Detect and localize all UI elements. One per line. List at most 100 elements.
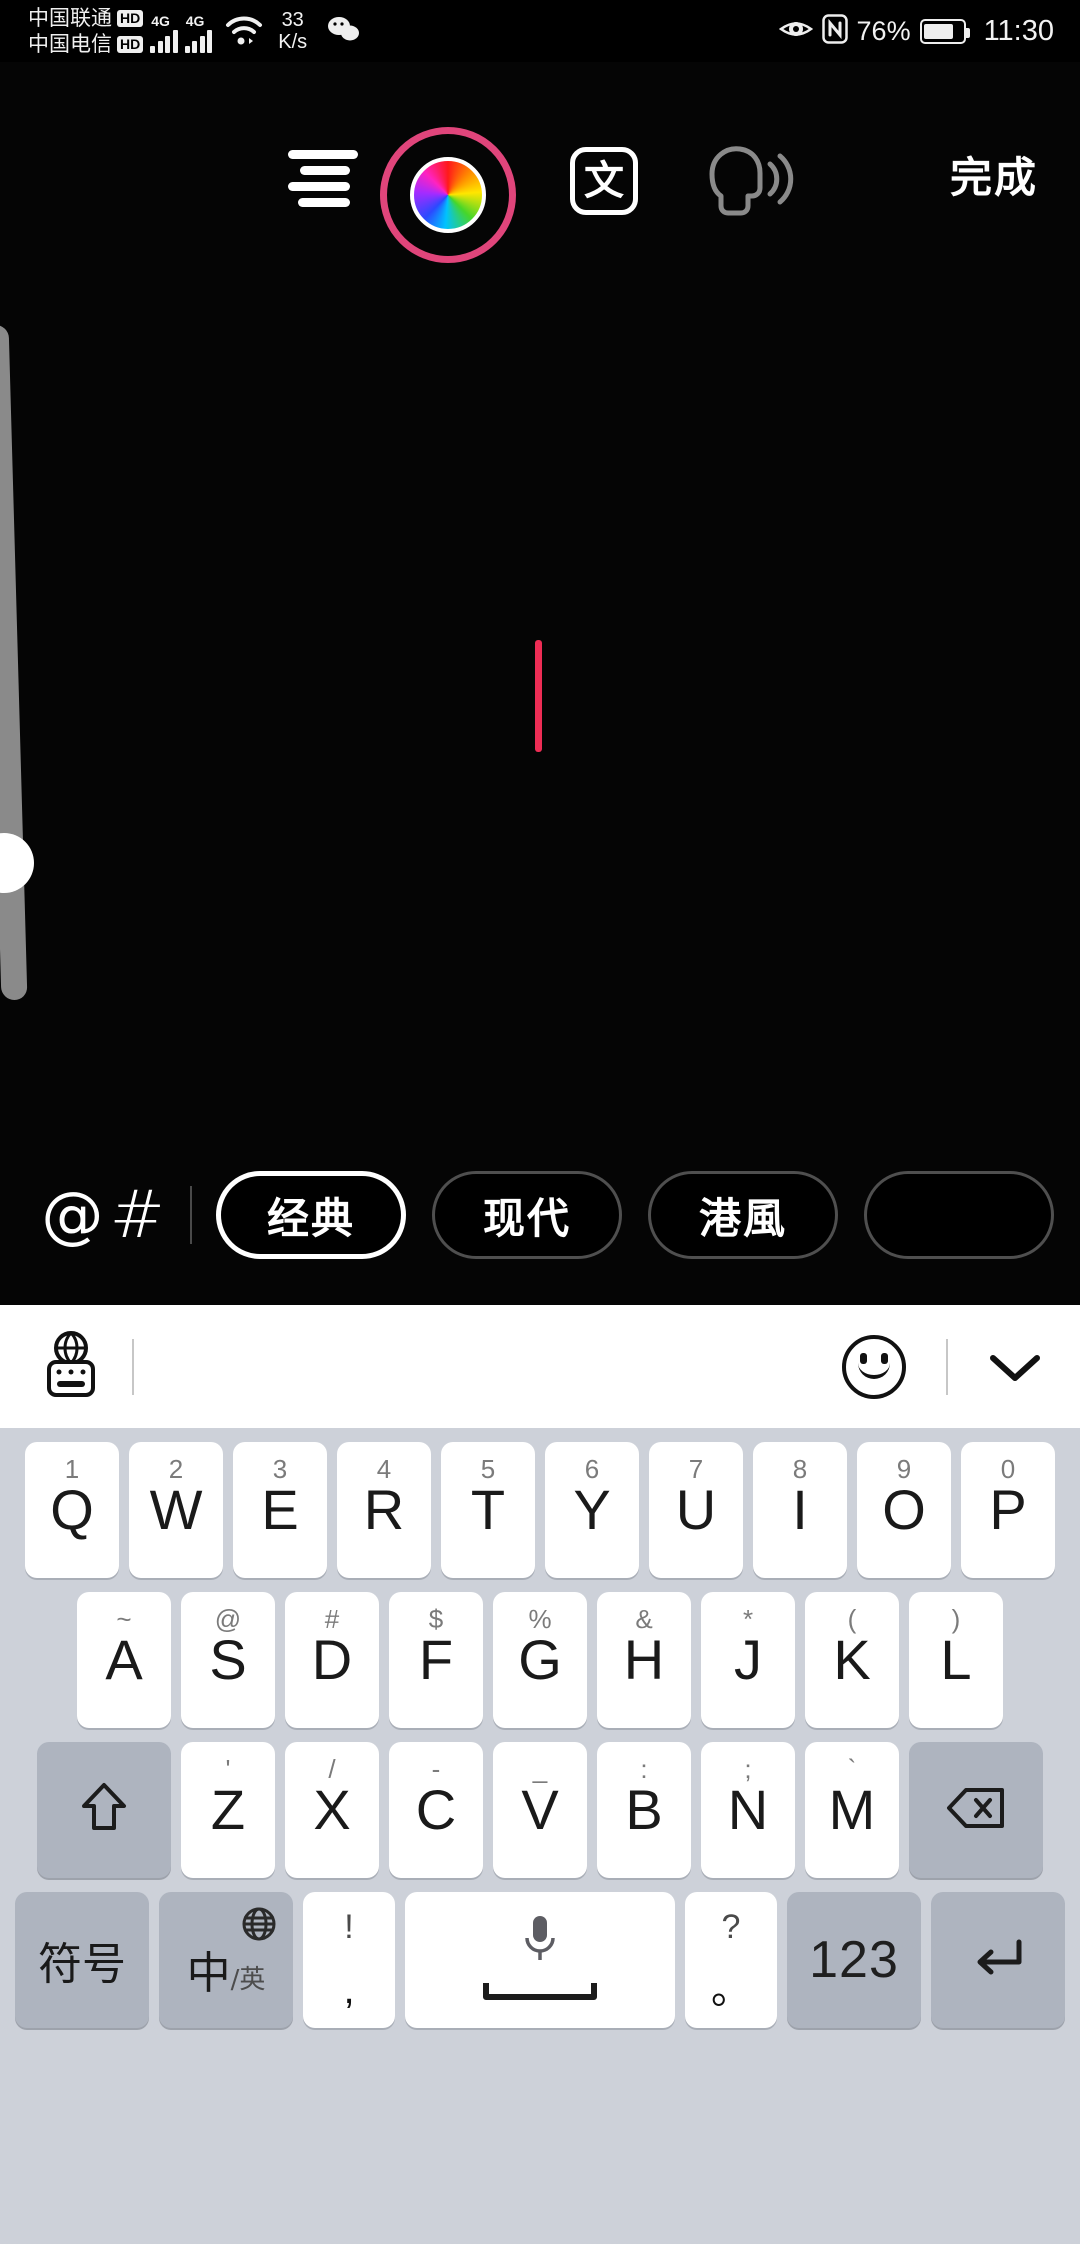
key-sup: ) — [951, 1604, 961, 1634]
key-w[interactable]: 2W — [129, 1442, 223, 1578]
style-chip-classic[interactable]: 经典 — [216, 1171, 406, 1259]
key-sup: 4 — [376, 1454, 392, 1484]
period-key-bottom: 。 — [711, 1968, 751, 2012]
key-o[interactable]: 9O — [857, 1442, 951, 1578]
space-key[interactable] — [405, 1892, 675, 2028]
keyboard-row-1: 1Q 2W 3E 4R 5T 6Y 7U 8I 9O 0P — [6, 1442, 1074, 1578]
key-label: G — [518, 1628, 562, 1691]
key-label: L — [940, 1628, 972, 1691]
slider-track[interactable] — [0, 325, 28, 1000]
key-sup: _ — [532, 1754, 548, 1784]
key-sup: 5 — [480, 1454, 496, 1484]
language-sub-label: /英 — [230, 1965, 266, 1995]
key-sup: # — [324, 1604, 340, 1634]
key-sup: * — [742, 1604, 754, 1634]
key-sup: 1 — [64, 1454, 80, 1484]
key-sup: : — [640, 1754, 648, 1784]
style-chip-modern[interactable]: 现代 — [432, 1171, 622, 1259]
hashtag-button[interactable]: # — [105, 1173, 170, 1257]
key-i[interactable]: 8I — [753, 1442, 847, 1578]
key-t[interactable]: 5T — [441, 1442, 535, 1578]
numeric-key[interactable]: 123 — [787, 1892, 921, 2028]
carrier-line-2: 中国电信 HD — [28, 32, 144, 57]
key-label: Y — [573, 1478, 611, 1541]
key-sup: 3 — [272, 1454, 288, 1484]
shift-icon — [78, 1780, 130, 1841]
key-y[interactable]: 6Y — [545, 1442, 639, 1578]
language-switch-key[interactable]: 中/英 — [159, 1892, 293, 2028]
comma-key[interactable]: ! , — [303, 1892, 395, 2028]
key-l[interactable]: ) L — [909, 1592, 1003, 1728]
key-n[interactable]: ; N — [701, 1742, 795, 1878]
symbols-key-label: 符号 — [38, 1939, 126, 1990]
key-label: V — [521, 1778, 559, 1841]
key-g[interactable]: % G — [493, 1592, 587, 1728]
shift-key[interactable] — [37, 1742, 171, 1878]
key-a[interactable]: ~ A — [77, 1592, 171, 1728]
key-j[interactable]: * J — [701, 1592, 795, 1728]
mention-button[interactable]: @ — [40, 1173, 105, 1257]
period-key[interactable]: ? 。 — [685, 1892, 777, 2028]
vertical-size-slider[interactable] — [0, 325, 34, 1000]
key-b[interactable]: :B — [597, 1742, 691, 1878]
key-sup: ~ — [116, 1604, 132, 1634]
color-picker-button[interactable] — [380, 127, 516, 263]
key-f[interactable]: $ F — [389, 1592, 483, 1728]
network-type-2: 4G — [185, 13, 205, 29]
key-z[interactable]: ' Z — [181, 1742, 275, 1878]
backspace-icon — [946, 1786, 1006, 1835]
key-label: C — [415, 1778, 457, 1841]
key-p[interactable]: 0P — [961, 1442, 1055, 1578]
keyboard-row-4: 符号 中/英 ! , ? 。 123 — [6, 1892, 1074, 2028]
style-chip-next[interactable] — [864, 1171, 1054, 1259]
text-editor-canvas[interactable]: 文 完成 @ # 经典 现代 港風 — [0, 62, 1080, 1305]
key-sup: @ — [214, 1604, 242, 1634]
chevron-down-icon[interactable] — [988, 1352, 1042, 1382]
key-s[interactable]: @ S — [181, 1592, 275, 1728]
battery-percent: 76% — [856, 15, 911, 46]
nfc-icon — [821, 13, 848, 49]
slider-thumb[interactable] — [0, 833, 34, 893]
key-label: F — [418, 1628, 454, 1691]
globe-keyboard-icon[interactable] — [38, 1329, 104, 1404]
status-bar-right: 76% 11:30 — [778, 13, 1080, 49]
symbols-key[interactable]: 符号 — [15, 1892, 149, 2028]
key-sup: & — [635, 1604, 653, 1634]
key-sup: ; — [744, 1754, 752, 1784]
keyboard-keys: 1Q 2W 3E 4R 5T 6Y 7U 8I 9O 0P ~ A @ S # D $… — [0, 1428, 1080, 2028]
key-x[interactable]: / X — [285, 1742, 379, 1878]
backspace-key[interactable] — [909, 1742, 1043, 1878]
key-r[interactable]: 4R — [337, 1442, 431, 1578]
key-d[interactable]: # D — [285, 1592, 379, 1728]
network-type-1: 4G — [151, 13, 170, 29]
network-speed-unit: K/s — [278, 31, 308, 53]
text-align-icon[interactable] — [288, 150, 358, 212]
key-label: P — [989, 1478, 1027, 1541]
key-u[interactable]: 7U — [649, 1442, 743, 1578]
color-wheel-icon — [410, 157, 486, 233]
space-bar-underline — [480, 1981, 600, 2008]
key-e[interactable]: 3E — [233, 1442, 327, 1578]
key-h[interactable]: & H — [597, 1592, 691, 1728]
key-m[interactable]: ` M — [805, 1742, 899, 1878]
eye-comfort-icon — [778, 17, 813, 46]
font-style-button[interactable]: 文 — [570, 147, 638, 215]
language-main-label: 中 — [186, 1948, 231, 1999]
enter-key[interactable] — [931, 1892, 1065, 2028]
done-button[interactable]: 完成 — [950, 144, 1038, 205]
text-to-speech-icon[interactable] — [700, 140, 795, 222]
key-c[interactable]: -C — [389, 1742, 483, 1878]
style-chip-hongkong[interactable]: 港風 — [648, 1171, 838, 1259]
chip-divider — [189, 1186, 192, 1244]
key-label: R — [363, 1478, 405, 1541]
key-k[interactable]: (K — [805, 1592, 899, 1728]
key-label: Z — [210, 1778, 246, 1841]
key-label: K — [833, 1628, 871, 1691]
carrier-name-1: 中国联通 — [28, 6, 112, 30]
key-q[interactable]: 1Q — [25, 1442, 119, 1578]
enter-icon — [971, 1936, 1025, 1985]
key-v[interactable]: _ V — [493, 1742, 587, 1878]
key-label: N — [727, 1778, 769, 1841]
wifi-icon — [225, 16, 263, 51]
smiley-icon[interactable] — [842, 1334, 906, 1399]
